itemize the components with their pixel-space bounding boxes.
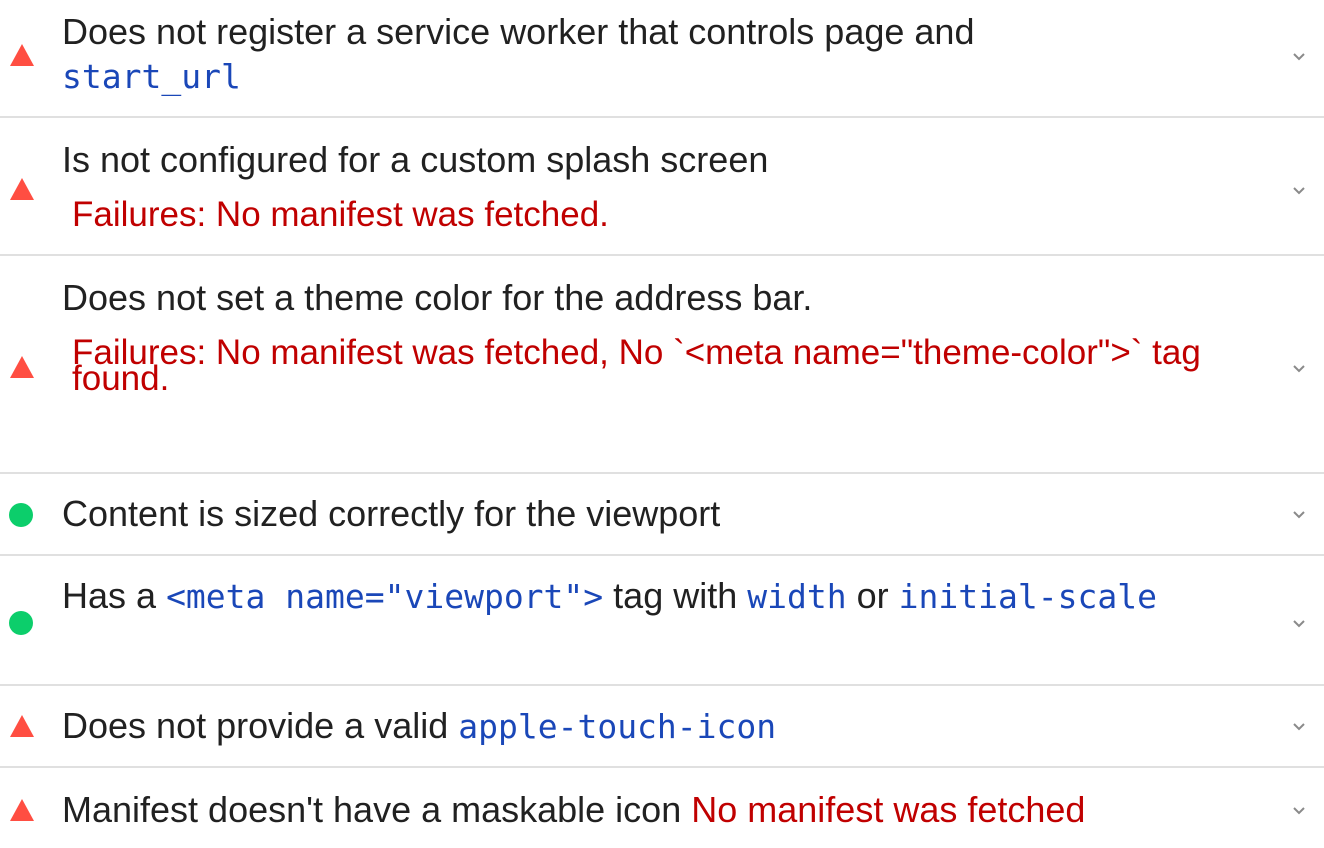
audit-failures: Failures: No manifest was fetched, No `<… [72,333,1201,398]
fail-triangle-icon [9,714,35,738]
chevron-down-icon[interactable] [1288,508,1310,522]
audit-row-splash-screen[interactable]: Is not configured for a custom splash sc… [0,118,1324,256]
chevron-down-icon[interactable] [1288,50,1310,64]
code-width: width [747,577,847,616]
audit-row-maskable-icon[interactable]: Manifest doesn't have a maskable icon No… [0,768,1324,848]
audit-row-viewport-meta[interactable]: Has a <meta name="viewport"> tag with wi… [0,556,1324,686]
fail-triangle-icon [9,798,35,822]
chevron-down-icon[interactable] [1288,617,1310,631]
code-start-url: start_url [62,57,241,96]
code-initial-scale: initial-scale [898,577,1157,616]
audit-title: Does not set a theme color for the addre… [62,277,813,318]
audit-row-apple-touch-icon[interactable]: Does not provide a valid apple-touch-ico… [0,686,1324,768]
pass-circle-icon [9,503,33,527]
audit-row-service-worker[interactable]: Does not register a service worker that … [0,0,1324,118]
chevron-down-icon[interactable] [1288,804,1310,818]
chevron-down-icon[interactable] [1288,362,1310,376]
pass-circle-icon [9,611,33,635]
chevron-down-icon[interactable] [1288,184,1310,198]
audit-title: Content is sized correctly for the viewp… [62,493,721,534]
audit-title: Does not provide a valid apple-touch-ico… [62,705,777,746]
audit-row-theme-color[interactable]: Does not set a theme color for the addre… [0,256,1324,474]
audit-title: Does not register a service worker that … [62,11,975,96]
audit-inline-failure: No manifest was fetched [691,789,1086,830]
code-apple-touch-icon: apple-touch-icon [458,707,777,746]
fail-triangle-icon [9,43,35,67]
code-meta-viewport: <meta name="viewport"> [166,577,604,616]
audit-title: Is not configured for a custom splash sc… [62,139,769,180]
chevron-down-icon[interactable] [1288,720,1310,734]
fail-triangle-icon [9,355,35,379]
audit-row-content-sized[interactable]: Content is sized correctly for the viewp… [0,474,1324,556]
audit-title: Manifest doesn't have a maskable icon No… [62,789,1086,830]
audit-failures: Failures: No manifest was fetched. [72,195,609,234]
audit-title: Has a <meta name="viewport"> tag with wi… [62,575,1157,616]
fail-triangle-icon [9,177,35,201]
